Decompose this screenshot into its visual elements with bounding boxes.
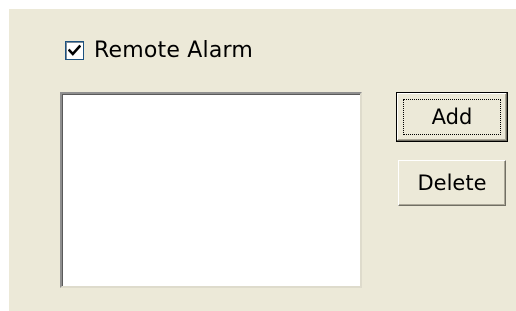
checkmark-icon bbox=[68, 44, 81, 56]
remote-alarm-list[interactable] bbox=[60, 92, 362, 288]
remote-alarm-option[interactable]: Remote Alarm bbox=[65, 37, 253, 63]
delete-button-label: Delete bbox=[417, 171, 487, 195]
add-button[interactable]: Add bbox=[396, 92, 508, 142]
delete-button[interactable]: Delete bbox=[398, 160, 506, 206]
add-button-label: Add bbox=[431, 105, 473, 129]
remote-alarm-checkbox[interactable] bbox=[65, 40, 84, 60]
remote-alarm-label[interactable]: Remote Alarm bbox=[94, 38, 253, 63]
